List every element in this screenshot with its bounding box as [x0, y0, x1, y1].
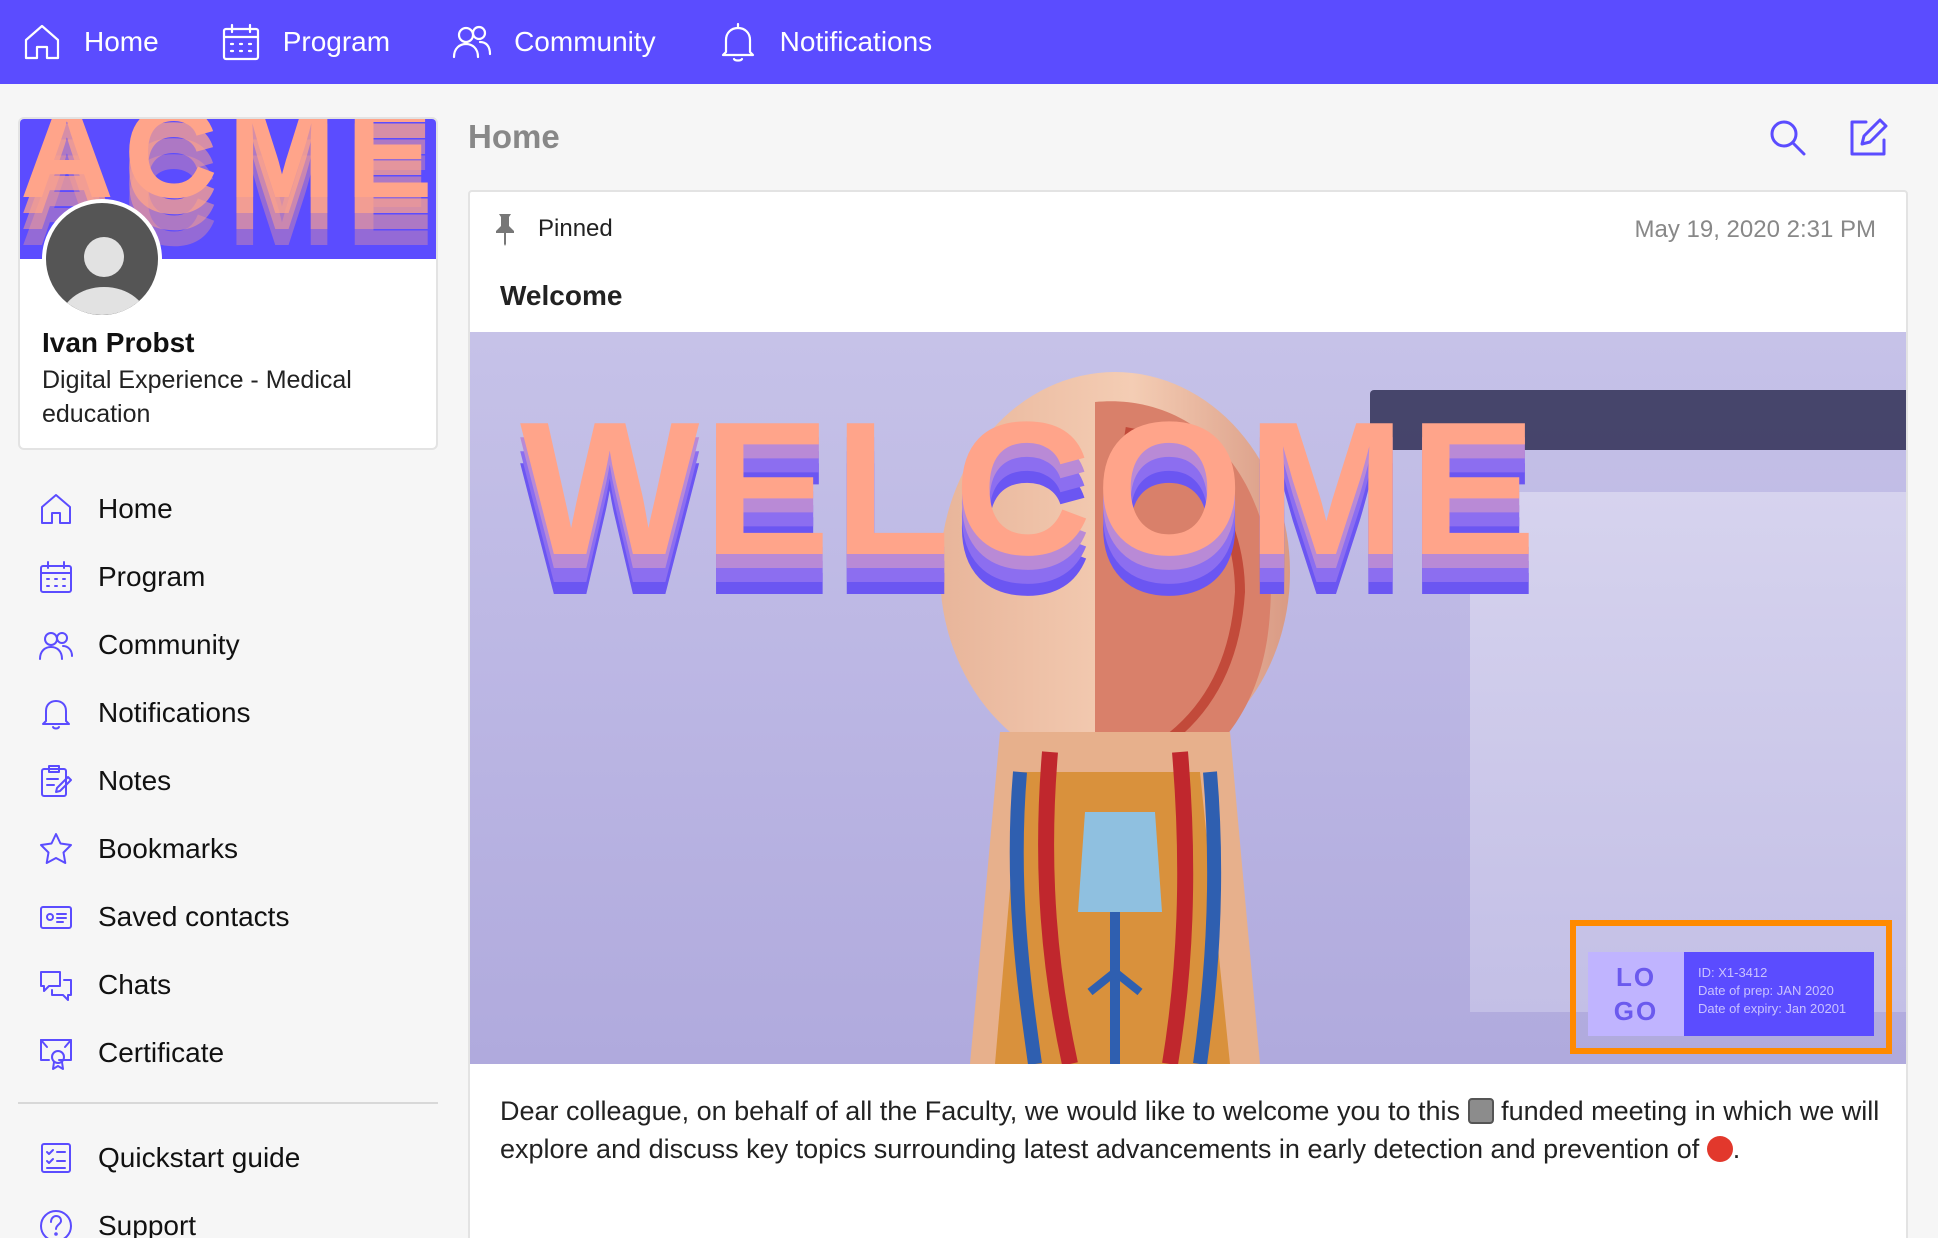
topnav-home-label: Home: [84, 26, 159, 57]
pinned-label: Pinned: [538, 215, 613, 242]
sidebar-item-label: Chats: [98, 969, 172, 1000]
pin-icon: [496, 214, 514, 246]
topnav-notifications-label: Notifications: [779, 26, 933, 57]
contact-card-icon: [40, 906, 72, 929]
bell-icon: [721, 22, 754, 62]
sidebar-item-label: Bookmarks: [98, 833, 239, 864]
bell-icon: [42, 700, 70, 730]
topnav-notifications[interactable]: Notifications: [716, 20, 933, 64]
people-icon: [452, 25, 492, 59]
help-icon: [40, 1210, 72, 1238]
post-card[interactable]: Pinned May 19, 2020 2:31 PM Welcome WELC…: [468, 190, 1908, 1238]
calendar-icon: [40, 561, 72, 593]
sidebar-item-bookmarks[interactable]: Bookmarks: [18, 815, 438, 883]
sidebar-item-label: Certificate: [98, 1037, 225, 1068]
sidebar-item-quickstart-guide[interactable]: Quickstart guide: [18, 1124, 438, 1192]
post-date: May 19, 2020 2:31 PM: [1634, 216, 1876, 243]
profile-role: Digital Experience - Medical education: [42, 366, 352, 428]
profile-card[interactable]: ACME Ivan Probst Digital Experience - Me…: [18, 117, 438, 450]
logo-info: ID: X1-3412 Date of prep: JAN 2020 Date …: [1684, 952, 1874, 1036]
logo-text-bottom: GO: [1613, 996, 1659, 1026]
post-body: Dear colleague, on behalf of all the Fac…: [500, 1092, 1890, 1168]
post-title: Welcome: [500, 280, 623, 311]
compose-icon: [1850, 118, 1888, 156]
topnav-program-label: Program: [282, 26, 391, 57]
topnav-program[interactable]: Program: [219, 20, 390, 64]
sidebar-item-label: Notes: [98, 765, 172, 796]
sidebar-item-certificate[interactable]: Certificate: [18, 1019, 438, 1087]
avatar[interactable]: [42, 199, 162, 319]
logo-placeholder: LO GO: [1588, 952, 1684, 1036]
sidebar-item-label: Notifications: [98, 697, 251, 728]
sidebar-item-community[interactable]: Community: [18, 611, 438, 679]
sidebar-item-support[interactable]: Support: [18, 1192, 438, 1238]
people-icon: [39, 632, 73, 660]
page-title: Home: [468, 118, 560, 155]
home-icon: [41, 494, 71, 524]
welcome-headline: WELCOME: [520, 383, 1541, 595]
calendar-icon: [222, 23, 259, 61]
sidebar-item-notifications[interactable]: Notifications: [18, 679, 438, 747]
star-icon: [40, 833, 72, 864]
sidebar-menu: Home Program Community Notifications Not…: [18, 475, 438, 1087]
logo-info-prep: Date of prep: JAN 2020: [1698, 983, 1834, 998]
hospital-emoji-icon: [1467, 1098, 1494, 1124]
sidebar-secondary-menu: Quickstart guide Support: [18, 1124, 438, 1238]
sidebar-item-saved-contacts[interactable]: Saved contacts: [18, 883, 438, 951]
top-navigation: Home Program Community Notifications: [0, 0, 1938, 84]
compose-button[interactable]: [1844, 114, 1892, 162]
profile-name: Ivan Probst: [42, 327, 195, 358]
sidebar-item-label: Support: [98, 1210, 197, 1238]
topnav-community[interactable]: Community: [450, 20, 656, 64]
sidebar-item-label: Quickstart guide: [98, 1142, 301, 1173]
post-body-text-3: .: [1732, 1134, 1741, 1164]
sidebar-item-chats[interactable]: Chats: [18, 951, 438, 1019]
home-icon: [24, 24, 60, 60]
pinned-indicator: Pinned: [490, 212, 613, 246]
post-body-text-1: Dear colleague, on behalf of all the Fac…: [500, 1096, 1461, 1126]
search-icon: [1770, 120, 1806, 156]
virus-emoji-icon: [1706, 1136, 1733, 1162]
sidebar-divider: [18, 1102, 438, 1104]
post-image[interactable]: WELCOME LO GO ID: X1-3412 Date of prep: …: [470, 332, 1906, 1064]
chat-icon: [40, 971, 72, 1001]
notes-icon: [41, 765, 72, 797]
sidebar-item-label: Home: [98, 493, 173, 524]
certificate-icon: [40, 1039, 72, 1070]
sidebar-item-label: Saved contacts: [98, 901, 290, 932]
topnav-home[interactable]: Home: [20, 20, 159, 64]
sidebar-item-home[interactable]: Home: [18, 475, 438, 543]
topnav-community-label: Community: [514, 26, 656, 57]
logo-info-id: ID: X1-3412: [1698, 965, 1768, 980]
sidebar-item-program[interactable]: Program: [18, 543, 438, 611]
sidebar-item-notes[interactable]: Notes: [18, 747, 438, 815]
sidebar-item-label: Community: [98, 629, 240, 660]
checklist-icon: [41, 1143, 71, 1173]
logo-text-top: LO: [1615, 962, 1657, 992]
sidebar-item-label: Program: [98, 561, 206, 592]
logo-info-expiry: Date of expiry: Jan 20201: [1698, 1001, 1847, 1016]
logo-highlight-frame: LO GO ID: X1-3412 Date of prep: JAN 2020…: [1570, 920, 1892, 1054]
search-button[interactable]: [1764, 114, 1812, 162]
